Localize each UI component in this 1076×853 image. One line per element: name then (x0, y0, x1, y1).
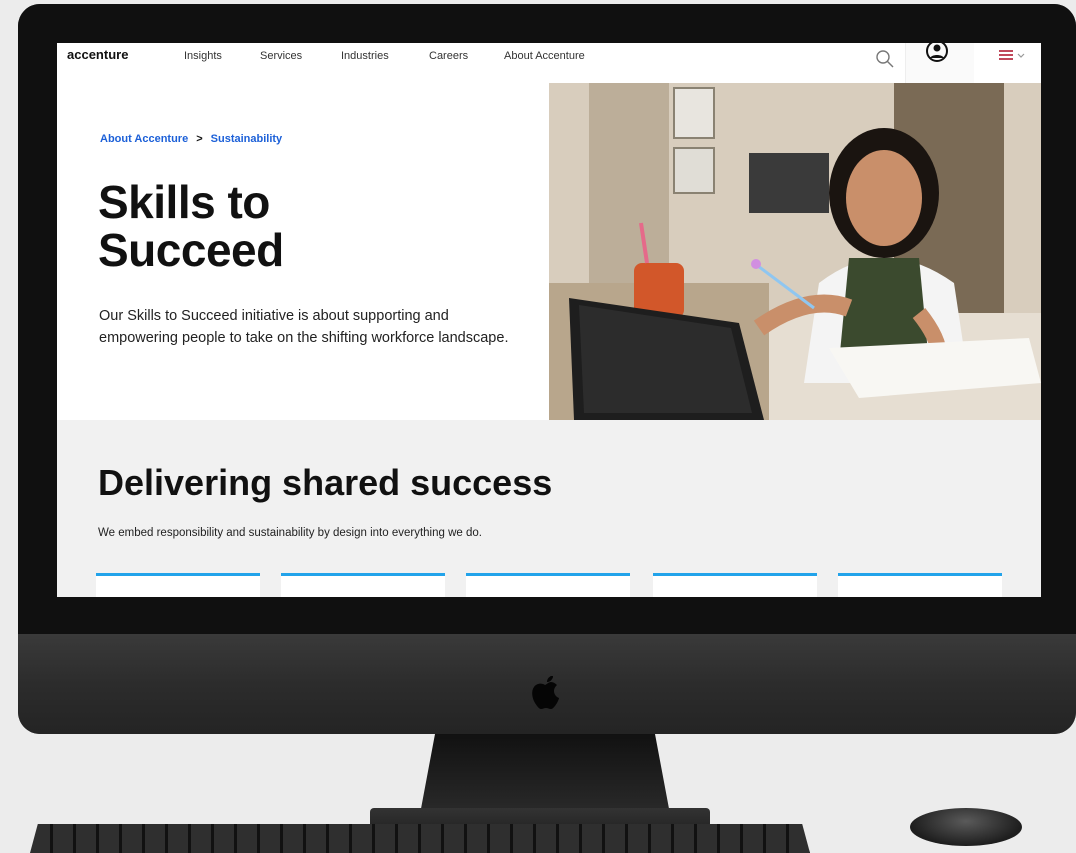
feature-card[interactable] (838, 573, 1002, 597)
nav-item-industries[interactable]: Industries (341, 50, 389, 62)
nav-item-about-accenture[interactable]: About Accenture (504, 50, 585, 62)
page-title: Skills to Succeed (98, 178, 518, 274)
imac-stand (420, 734, 670, 814)
breadcrumb: About Accenture > Sustainability (100, 133, 282, 145)
nav-item-insights[interactable]: Insights (184, 50, 222, 62)
hero-section: About Accenture > Sustainability Skills to… (57, 83, 1041, 420)
top-navigation: accenture Insights Services Industries C… (57, 43, 1041, 85)
feature-card[interactable] (653, 573, 817, 597)
accenture-logo[interactable]: accenture (67, 47, 128, 62)
shared-success-section: Delivering shared success We embed respo… (57, 420, 1041, 597)
user-icon[interactable] (925, 43, 949, 63)
nav-item-careers[interactable]: Careers (429, 50, 468, 62)
keyboard (30, 824, 810, 853)
feature-card[interactable] (466, 573, 630, 597)
search-icon[interactable] (875, 49, 895, 69)
page-title-line2: Succeed (98, 224, 284, 276)
breadcrumb-about-accenture[interactable]: About Accenture (100, 133, 188, 145)
breadcrumb-sustainability[interactable]: Sustainability (211, 133, 283, 145)
imac-chin (18, 634, 1076, 734)
section-subtitle: We embed responsibility and sustainabili… (98, 527, 482, 539)
hero-description: Our Skills to Succeed initiative is abou… (99, 308, 509, 346)
feature-card[interactable] (96, 573, 260, 597)
browser-viewport: accenture Insights Services Industries C… (57, 43, 1041, 597)
hero-photo-girl-studying (549, 83, 1041, 420)
section-title: Delivering shared success (98, 462, 553, 503)
menu-icon[interactable] (997, 49, 1027, 63)
feature-card[interactable] (281, 573, 445, 597)
apple-logo-icon (532, 676, 559, 709)
breadcrumb-separator: > (196, 133, 203, 145)
page-title-line1: Skills to (98, 176, 270, 228)
nav-item-services[interactable]: Services (260, 50, 302, 62)
mouse (910, 808, 1022, 846)
